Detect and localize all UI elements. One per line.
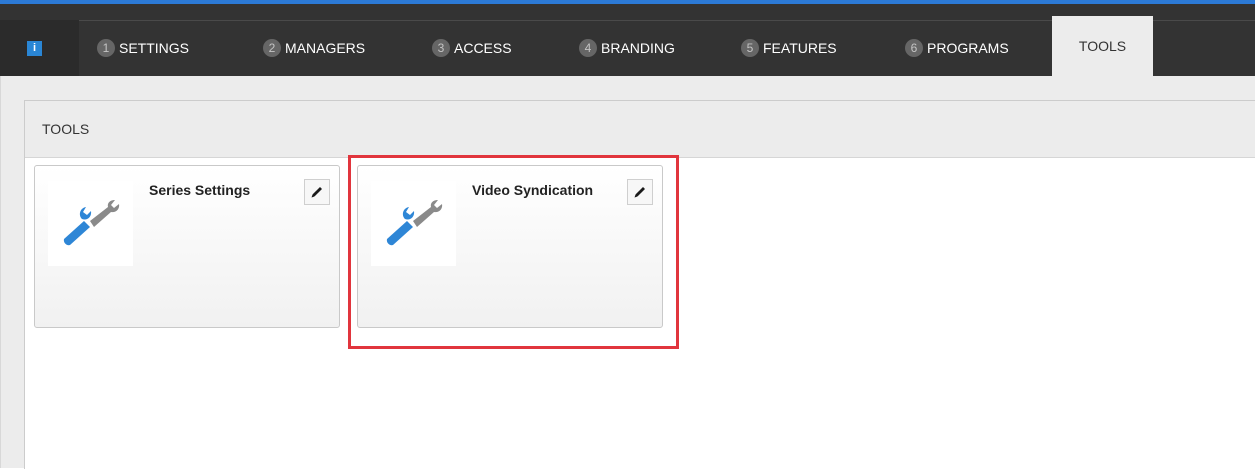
tab-managers[interactable]: 2 MANAGERS — [263, 20, 365, 76]
tab-label: PROGRAMS — [927, 40, 1009, 56]
tab-branding[interactable]: 4 BRANDING — [579, 20, 675, 76]
tab-label: BRANDING — [601, 40, 675, 56]
tab-access[interactable]: 3 ACCESS — [432, 20, 512, 76]
left-border — [0, 76, 1, 468]
panel-header: TOOLS — [25, 101, 1255, 158]
tab-label: ACCESS — [454, 40, 512, 56]
tab-number-badge: 3 — [432, 39, 450, 57]
tab-number-badge: 6 — [905, 39, 923, 57]
tab-label: SETTINGS — [119, 40, 190, 56]
tab-label: FEATURES — [763, 40, 837, 56]
pencil-icon — [311, 187, 322, 198]
tab-number-badge: 2 — [263, 39, 281, 57]
tab-label: MANAGERS — [285, 40, 366, 56]
tab-features[interactable]: 5 FEATURES — [741, 20, 837, 76]
info-icon: i — [27, 41, 42, 56]
tab-settings[interactable]: 1 SETTINGS — [97, 20, 189, 76]
tool-card-title: Series Settings — [149, 182, 251, 198]
tab-tools[interactable]: TOOLS — [1052, 16, 1153, 76]
info-button[interactable]: i — [0, 20, 79, 76]
highlight-box — [348, 155, 679, 349]
tool-thumbnail — [48, 181, 133, 266]
panel-title: TOOLS — [42, 121, 90, 137]
tab-number-badge: 4 — [579, 39, 597, 57]
wrench-icon — [63, 200, 120, 246]
tab-programs[interactable]: 6 PROGRAMS — [905, 20, 1009, 76]
tool-card-series-settings[interactable]: Series Settings — [34, 165, 340, 328]
tab-number-badge: 5 — [741, 39, 759, 57]
edit-button[interactable] — [304, 179, 330, 205]
tab-number-badge: 1 — [97, 39, 115, 57]
